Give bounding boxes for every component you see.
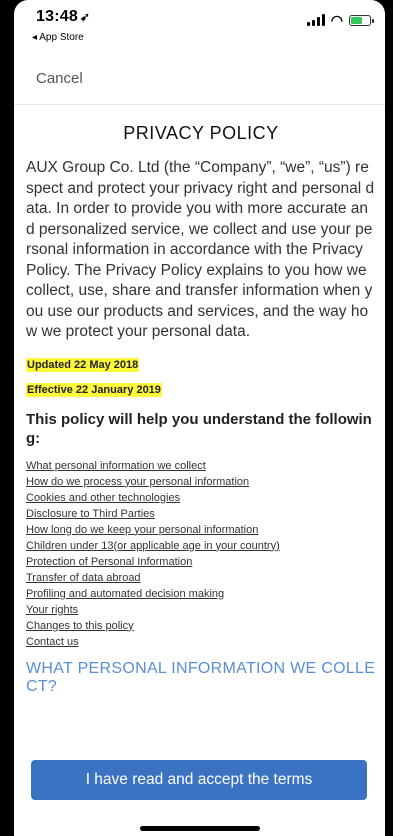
wifi-icon: ◠ (330, 12, 343, 28)
policy-links: What personal information we collect How… (26, 458, 376, 650)
status-time: 13:48 ➶ (36, 8, 90, 26)
link-your-rights[interactable]: Your rights (26, 602, 376, 618)
effective-date: Effective 22 January 2019 (26, 382, 376, 397)
status-time-text: 13:48 (36, 8, 78, 25)
battery-icon (349, 15, 374, 26)
link-disclosure-third-parties[interactable]: Disclosure to Third Parties (26, 506, 376, 522)
section-heading-collect: WHAT PERSONAL INFORMATION WE COLLECT? (26, 659, 376, 695)
location-arrow-icon: ➶ (79, 10, 91, 24)
page-title: PRIVACY POLICY (123, 123, 279, 143)
policy-intro: AUX Group Co. Ltd (the “Company”, “we”, … (26, 159, 375, 340)
policy-subhead: This policy will help you understand the… (26, 410, 372, 447)
link-children[interactable]: Children under 13(or applicable age in y… (26, 538, 376, 554)
effective-date-text: Effective 22 January 2019 (26, 382, 162, 397)
link-protection[interactable]: Protection of Personal Information (26, 554, 376, 570)
status-bar: 13:48 ➶ ◂ App Store ◠ (14, 0, 385, 58)
link-cookies[interactable]: Cookies and other technologies (26, 490, 376, 506)
app-screen: 13:48 ➶ ◂ App Store ◠ Cancel PRIVACY POLI… (14, 0, 385, 836)
link-profiling[interactable]: Profiling and automated decision making (26, 586, 376, 602)
link-retention[interactable]: How long do we keep your personal inform… (26, 522, 376, 538)
policy-content[interactable]: PRIVACY POLICY AUX Group Co. Ltd (the “C… (26, 105, 376, 696)
cancel-button[interactable]: Cancel (36, 70, 83, 87)
link-contact[interactable]: Contact us (26, 634, 376, 650)
link-changes[interactable]: Changes to this policy (26, 618, 376, 634)
updated-date: Updated 22 May 2018 (26, 357, 376, 372)
link-transfer-abroad[interactable]: Transfer of data abroad (26, 570, 376, 586)
cellular-signal-icon (306, 14, 325, 26)
link-process-personal-information[interactable]: How do we process your personal informat… (26, 474, 376, 490)
home-indicator (140, 826, 260, 831)
link-personal-information-collect[interactable]: What personal information we collect (26, 458, 376, 474)
updated-date-text: Updated 22 May 2018 (26, 357, 140, 372)
back-to-app-store-link[interactable]: ◂ App Store (32, 32, 84, 43)
accept-terms-button[interactable]: I have read and accept the terms (31, 760, 367, 800)
status-icons: ◠ (306, 12, 374, 28)
